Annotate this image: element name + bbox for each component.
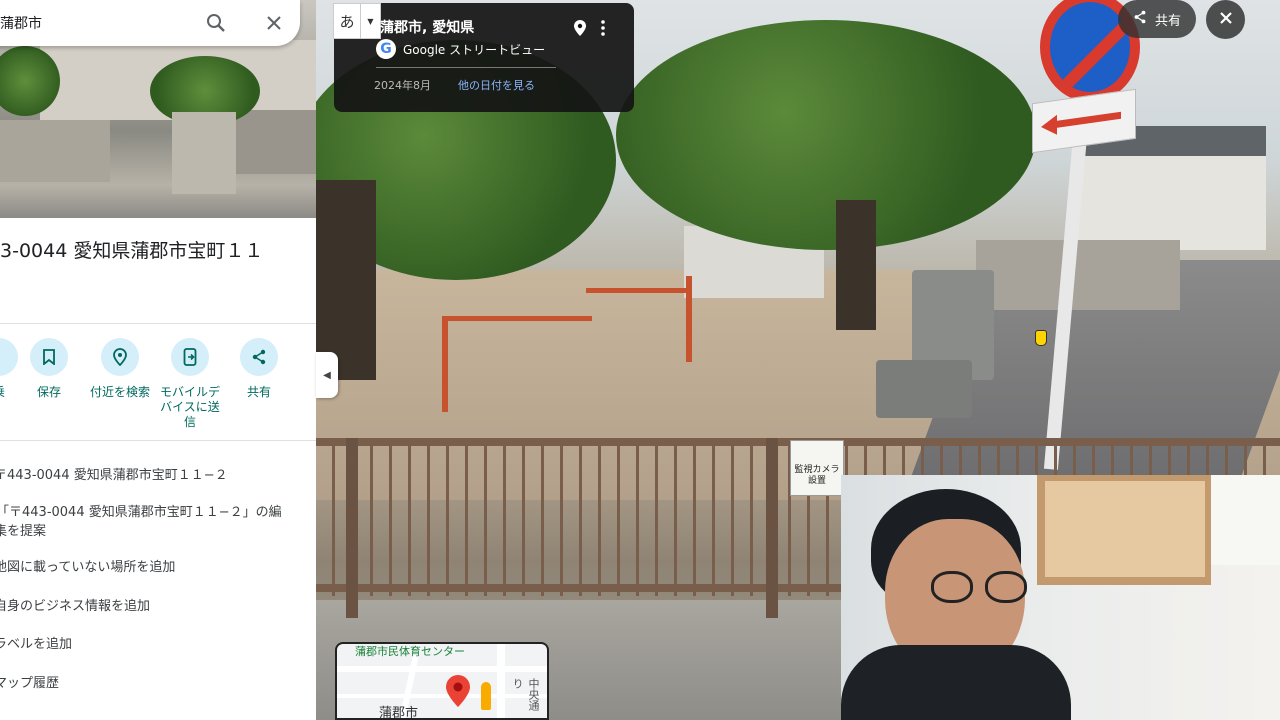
tree-trunk-center	[836, 200, 876, 330]
camera-warning-sign: 監視カメラ 設置	[790, 440, 844, 496]
map-label-road: 中央通り	[511, 678, 540, 711]
iron-bar-post-1	[442, 316, 448, 412]
chevron-down-icon[interactable]: ▼	[360, 4, 380, 38]
capture-date: 2024年8月	[374, 79, 431, 92]
location-pin-icon[interactable]	[572, 18, 588, 38]
save-button[interactable]: 保存	[14, 338, 84, 400]
add-missing-place[interactable]: 地図に載っていない場所を追加	[0, 558, 294, 578]
divider	[0, 440, 316, 441]
monument-base	[876, 360, 972, 418]
nearby-search-button[interactable]: 付近を検索	[85, 338, 155, 400]
more-vert-icon[interactable]	[595, 18, 611, 38]
send-to-phone-button[interactable]: モバイルデ バイスに送 信	[155, 338, 225, 430]
mini-map[interactable]: 蒲郡市民体育センター 蒲郡市 中央通り	[335, 642, 549, 720]
search-input[interactable]	[0, 15, 200, 31]
glasses-left	[931, 571, 973, 603]
other-dates-link[interactable]: 他の日付を見る	[458, 77, 535, 93]
place-panel: 3-0044 愛知県蒲郡市宝町１１ 乗 保存 付近を検索 モバイルデ バイスに送…	[0, 0, 316, 720]
cabinet-frame	[1045, 481, 1205, 577]
gate-pillar	[172, 112, 236, 194]
close-streetview-button[interactable]	[1206, 0, 1245, 39]
share-button[interactable]: 共有	[1118, 0, 1196, 38]
add-label[interactable]: ラベルを追加	[0, 635, 294, 655]
place-title: 3-0044 愛知県蒲郡市宝町１１	[0, 240, 264, 262]
search-box[interactable]	[0, 0, 300, 46]
iron-bar-mid	[586, 288, 686, 293]
garage	[236, 110, 316, 174]
map-label-city: 蒲郡市	[379, 706, 419, 720]
map-pin-icon[interactable]	[445, 674, 471, 712]
map-history[interactable]: マップ履歴	[0, 674, 294, 694]
block-wall	[976, 240, 1180, 310]
hand-cursor	[1035, 330, 1047, 346]
tree-trunk-left	[316, 180, 376, 380]
divider	[376, 67, 556, 68]
iron-bar-low	[442, 316, 592, 321]
address-row[interactable]: 〒443-0044 愛知県蒲郡市宝町１１−２	[0, 466, 294, 486]
pegman-icon[interactable]	[481, 682, 491, 710]
tree-center	[616, 20, 1036, 250]
collapse-panel-button[interactable]: ◀	[316, 352, 338, 398]
chevron-left-icon: ◀	[323, 369, 331, 381]
search-icon[interactable]	[204, 11, 228, 35]
close-icon[interactable]	[262, 11, 286, 35]
window-frame	[1211, 475, 1280, 565]
share-icon	[1133, 10, 1147, 28]
google-logo-icon: G	[376, 39, 396, 59]
iron-bar-post-2	[686, 276, 692, 362]
suggest-edit-line-1[interactable]: 「〒443-0044 愛知県蒲郡市宝町１１−２」の編	[0, 503, 296, 523]
streetview-brand: G Google ストリートビュー	[376, 39, 545, 59]
bookmark-icon	[30, 338, 68, 376]
send-to-phone-icon	[171, 338, 209, 376]
add-business[interactable]: 自身のビジネス情報を追加	[0, 597, 294, 617]
ime-toggle[interactable]: あ ▼	[333, 3, 381, 39]
map-label-gym: 蒲郡市民体育センター	[355, 645, 465, 658]
share-button-panel[interactable]: 共有	[224, 338, 294, 400]
front-wall	[0, 120, 110, 182]
share-icon	[240, 338, 278, 376]
nearby-search-icon	[101, 338, 139, 376]
person-shirt	[841, 645, 1071, 720]
webcam-overlay	[841, 475, 1280, 720]
close-icon	[1219, 10, 1233, 29]
divider	[0, 323, 316, 324]
glasses-right	[985, 571, 1027, 603]
suggest-edit-line-2[interactable]: 集を提案	[0, 522, 294, 542]
streetview-place: 蒲郡市, 愛知県	[380, 20, 475, 36]
